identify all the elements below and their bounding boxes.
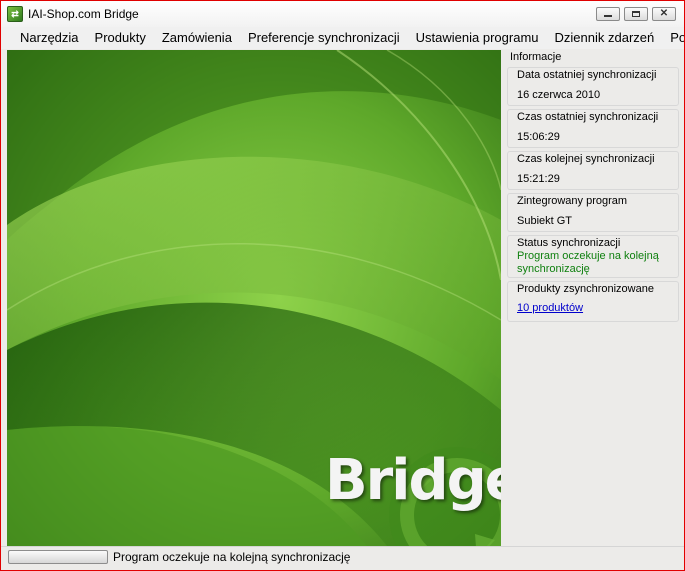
close-button[interactable]: ✕ [652,7,676,21]
info-panel: Informacje Data ostatniej synchronizacji… [504,50,682,544]
synced-products-group: Produkty zsynchronizowane 10 produktów [507,281,679,322]
last-sync-time-label: Czas ostatniej synchronizacji [517,111,659,123]
menu-sync-preferences[interactable]: Preferencje synchronizacji [240,27,408,49]
maximize-icon [632,11,640,17]
synced-products-link[interactable]: 10 produktów [517,302,583,315]
last-sync-time-group: Czas ostatniej synchronizacji 15:06:29 [507,109,679,148]
sync-status-label: Status synchronizacji [517,237,621,249]
integrated-program-label: Zintegrowany program [517,195,628,207]
title-bar[interactable]: ⇄ IAI-Shop.com Bridge ✕ [1,1,684,27]
maximize-button[interactable] [624,7,648,21]
next-sync-time-group: Czas kolejnej synchronizacji 15:21:29 [507,151,679,190]
info-panel-legend: Informacje [510,51,562,63]
minimize-button[interactable] [596,7,620,21]
bridge-banner: Bridge [7,50,501,546]
integrated-program-value: Subiekt GT [517,215,573,227]
close-icon: ✕ [659,8,669,19]
sync-status-value: Program oczekuje na kolejną synchronizac… [517,250,659,275]
menu-help[interactable]: Pomoc [662,27,684,49]
last-sync-date-label: Data ostatniej synchronizacji [517,69,657,81]
window-title: IAI-Shop.com Bridge [28,7,139,21]
app-window: ⇄ IAI-Shop.com Bridge ✕ Narzędzia Produk… [0,0,685,571]
menu-orders[interactable]: Zamówienia [154,27,240,49]
last-sync-time-value: 15:06:29 [517,131,560,143]
app-icon[interactable]: ⇄ [7,6,23,22]
menu-event-log[interactable]: Dziennik zdarzeń [547,27,663,49]
status-text: Program oczekuje na kolejną synchronizac… [113,550,351,564]
menu-products[interactable]: Produkty [87,27,154,49]
menu-tools[interactable]: Narzędzia [12,27,87,49]
status-bar: Program oczekuje na kolejną synchronizac… [1,546,684,570]
next-sync-time-value: 15:21:29 [517,173,560,185]
last-sync-date-value: 16 czerwca 2010 [517,89,601,101]
synced-products-label: Produkty zsynchronizowane [517,283,654,295]
next-sync-time-label: Czas kolejnej synchronizacji [517,153,655,165]
sync-progress-bar [8,550,108,564]
menu-bar: Narzędzia Produkty Zamówienia Preferencj… [1,27,684,49]
menu-program-settings[interactable]: Ustawienia programu [408,27,547,49]
window-controls: ✕ [596,7,676,21]
sync-status-group: Status synchronizacji Program oczekuje n… [507,235,679,278]
bridge-logo-text: Bridge [325,448,501,513]
minimize-icon [604,15,612,17]
last-sync-date-group: Data ostatniej synchronizacji 16 czerwca… [507,67,679,106]
integrated-program-group: Zintegrowany program Subiekt GT [507,193,679,232]
